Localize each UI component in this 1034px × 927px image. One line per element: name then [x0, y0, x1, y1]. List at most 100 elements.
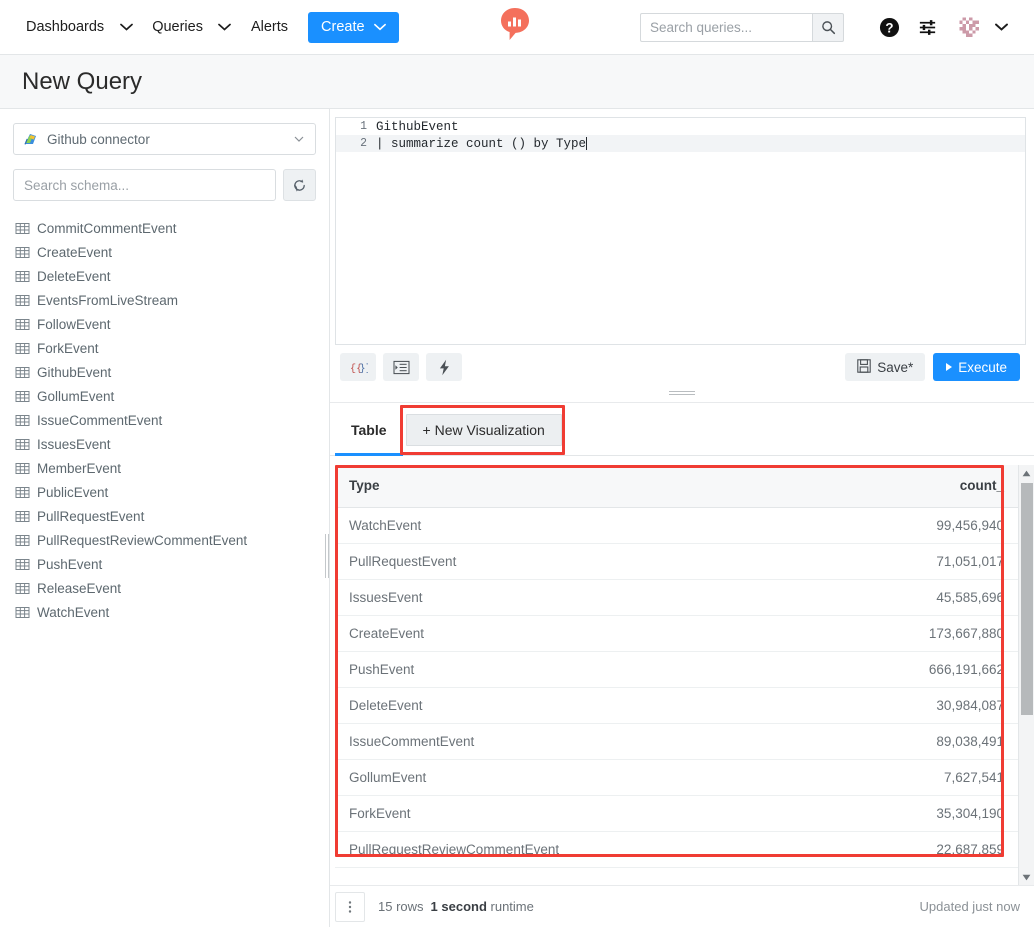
chevron-down-icon-queries[interactable]: [211, 15, 239, 39]
schema-item[interactable]: IssueCommentEvent: [0, 408, 329, 432]
user-avatar[interactable]: [956, 14, 982, 40]
more-vertical-icon[interactable]: [335, 892, 365, 922]
scroll-up-arrow-icon[interactable]: [1019, 465, 1034, 481]
schema-item[interactable]: ReleaseEvent: [0, 576, 329, 600]
schema-search-input[interactable]: [13, 169, 276, 201]
refresh-icon[interactable]: [283, 169, 316, 201]
code-text: | summarize count () by Type: [376, 137, 586, 151]
table-icon: [15, 269, 30, 284]
schema-item-label: PullRequestEvent: [37, 509, 144, 524]
editor-toolbar: {{ }}: [335, 345, 1026, 389]
cell-type: IssuesEvent: [335, 579, 677, 615]
runtime-value: 1 second: [431, 899, 487, 914]
schema-item-label: FollowEvent: [37, 317, 111, 332]
schema-item[interactable]: CreateEvent: [0, 240, 329, 264]
search-input[interactable]: [640, 13, 812, 42]
schema-item-label: DeleteEvent: [37, 269, 111, 284]
new-visualization-wrap: + New Visualization: [403, 414, 562, 455]
table-row[interactable]: PullRequestReviewCommentEvent 22,687,859: [335, 831, 1018, 867]
table-row[interactable]: WatchEvent 99,456,940: [335, 507, 1018, 543]
table-icon: [15, 581, 30, 596]
results-tabs: Table + New Visualization: [330, 403, 1034, 456]
table-row[interactable]: CreateEvent 173,667,880: [335, 615, 1018, 651]
cell-type: IssueCommentEvent: [335, 723, 677, 759]
schema-item[interactable]: DeleteEvent: [0, 264, 329, 288]
results-table-wrap: Type count_ WatchEvent 99,456,940 PullRe…: [335, 465, 1018, 885]
query-editor[interactable]: 1 GithubEvent 2 | summarize count () by …: [335, 117, 1026, 345]
sliders-icon[interactable]: [908, 9, 946, 45]
tab-table-label: Table: [351, 422, 387, 438]
schema-item-label: GithubEvent: [37, 365, 111, 380]
cell-type: PullRequestEvent: [335, 543, 677, 579]
column-header-type[interactable]: Type: [335, 465, 677, 507]
cell-count: 89,038,491: [677, 723, 1019, 759]
new-visualization-button[interactable]: + New Visualization: [406, 414, 562, 446]
column-header-count[interactable]: count_: [677, 465, 1019, 507]
table-row[interactable]: ForkEvent 35,304,190: [335, 795, 1018, 831]
table-row[interactable]: PullRequestEvent 71,051,017: [335, 543, 1018, 579]
table-row[interactable]: DeleteEvent 30,984,087: [335, 687, 1018, 723]
query-editor-pane: 1 GithubEvent 2 | summarize count () by …: [330, 109, 1034, 389]
nav-item-dashboards[interactable]: Dashboards: [22, 13, 108, 41]
schema-item[interactable]: GollumEvent: [0, 384, 329, 408]
table-row[interactable]: PushEvent 666,191,662: [335, 651, 1018, 687]
cell-type: DeleteEvent: [335, 687, 677, 723]
format-indent-icon[interactable]: [383, 353, 419, 381]
schema-item[interactable]: GithubEvent: [0, 360, 329, 384]
schema-item[interactable]: PullRequestEvent: [0, 504, 329, 528]
nav-item-alerts[interactable]: Alerts: [247, 13, 292, 41]
scrollbar-thumb[interactable]: [1021, 483, 1033, 715]
schema-item-label: CommitCommentEvent: [37, 221, 177, 236]
lightning-bolt-icon[interactable]: [426, 353, 462, 381]
nav-item-queries[interactable]: Queries: [148, 13, 207, 41]
schema-item[interactable]: CommitCommentEvent: [0, 216, 329, 240]
page-body: Github connector: [0, 109, 1034, 927]
schema-item-label: CreateEvent: [37, 245, 112, 260]
results-vertical-scrollbar[interactable]: [1018, 465, 1034, 885]
help-circle-icon[interactable]: ?: [870, 9, 908, 45]
updated-status: Updated just now: [920, 899, 1020, 914]
table-row[interactable]: IssuesEvent 45,585,696: [335, 579, 1018, 615]
schema-item[interactable]: ForkEvent: [0, 336, 329, 360]
page-header: New Query: [0, 55, 1034, 109]
sidebar-resize-handle[interactable]: [323, 534, 330, 578]
connector-select[interactable]: Github connector: [13, 123, 316, 155]
table-row[interactable]: GollumEvent 7,627,541: [335, 759, 1018, 795]
table-icon: [15, 293, 30, 308]
chevron-down-icon-connector: [292, 136, 306, 142]
table-icon: [15, 437, 30, 452]
execute-button[interactable]: Execute: [933, 353, 1020, 381]
cell-type: PullRequestReviewCommentEvent: [335, 831, 677, 867]
search-queries-group: [640, 13, 844, 42]
schema-item[interactable]: PullRequestReviewCommentEvent: [0, 528, 329, 552]
app-logo[interactable]: [498, 6, 532, 44]
chevron-down-icon-dashboards[interactable]: [112, 15, 140, 39]
schema-item[interactable]: MemberEvent: [0, 456, 329, 480]
braces-icon[interactable]: {{ }}: [340, 353, 376, 381]
scroll-down-arrow-icon[interactable]: [1019, 869, 1034, 885]
schema-item[interactable]: PushEvent: [0, 552, 329, 576]
save-button[interactable]: Save*: [845, 353, 925, 381]
pane-splitter[interactable]: [330, 389, 1034, 403]
save-button-label: Save*: [877, 360, 913, 375]
chevron-down-icon-avatar[interactable]: [982, 9, 1020, 45]
table-icon: [15, 461, 30, 476]
table-row[interactable]: IssueCommentEvent 89,038,491: [335, 723, 1018, 759]
cell-type: WatchEvent: [335, 507, 677, 543]
schema-item[interactable]: EventsFromLiveStream: [0, 288, 329, 312]
table-icon: [15, 365, 30, 380]
schema-item-label: MemberEvent: [37, 461, 121, 476]
results-table-body: WatchEvent 99,456,940 PullRequestEvent 7…: [335, 507, 1018, 867]
schema-item[interactable]: FollowEvent: [0, 312, 329, 336]
splitter-grip[interactable]: [669, 391, 695, 395]
schema-item[interactable]: IssuesEvent: [0, 432, 329, 456]
search-icon[interactable]: [812, 13, 844, 42]
scrollbar-track[interactable]: [1019, 481, 1034, 869]
schema-item[interactable]: WatchEvent: [0, 600, 329, 624]
schema-item[interactable]: PublicEvent: [0, 480, 329, 504]
tab-table[interactable]: Table: [335, 405, 403, 455]
table-icon: [15, 413, 30, 428]
nav-right-group: ?: [640, 9, 1020, 45]
create-button[interactable]: Create: [308, 12, 399, 43]
connector-icon: [23, 131, 39, 147]
